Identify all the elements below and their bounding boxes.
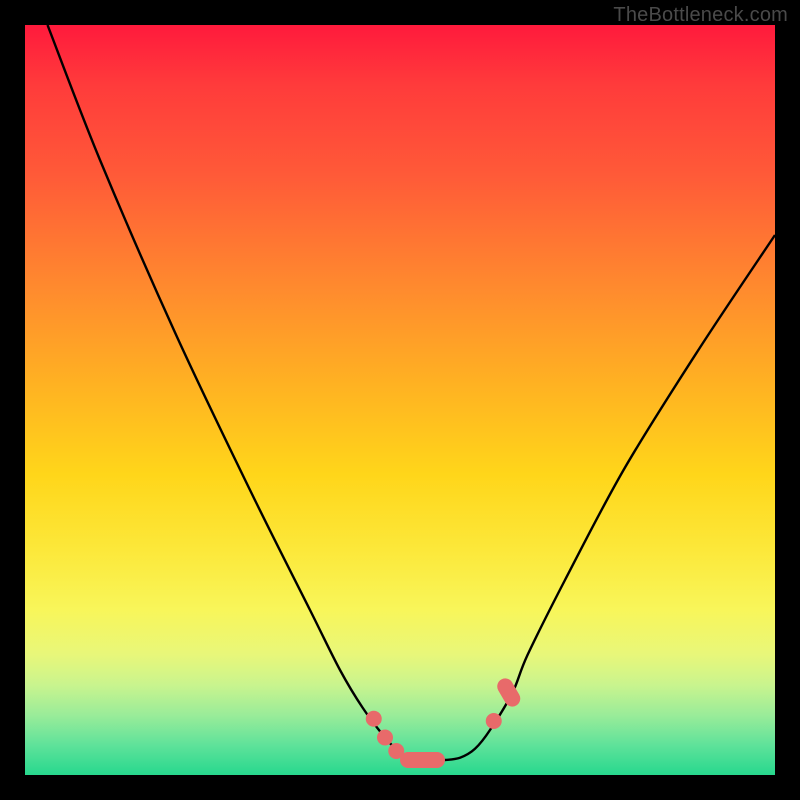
curve-layer <box>25 25 775 775</box>
marker-layer <box>366 676 523 768</box>
curve-marker <box>486 713 502 729</box>
bottleneck-curve <box>48 25 776 761</box>
chart-frame: TheBottleneck.com <box>0 0 800 800</box>
attribution-label: TheBottleneck.com <box>613 4 788 27</box>
curve-marker-pill <box>494 676 523 710</box>
plot-area <box>25 25 775 775</box>
curve-marker <box>377 730 393 746</box>
curve-marker <box>366 711 382 727</box>
curve-marker-pill <box>400 752 445 768</box>
